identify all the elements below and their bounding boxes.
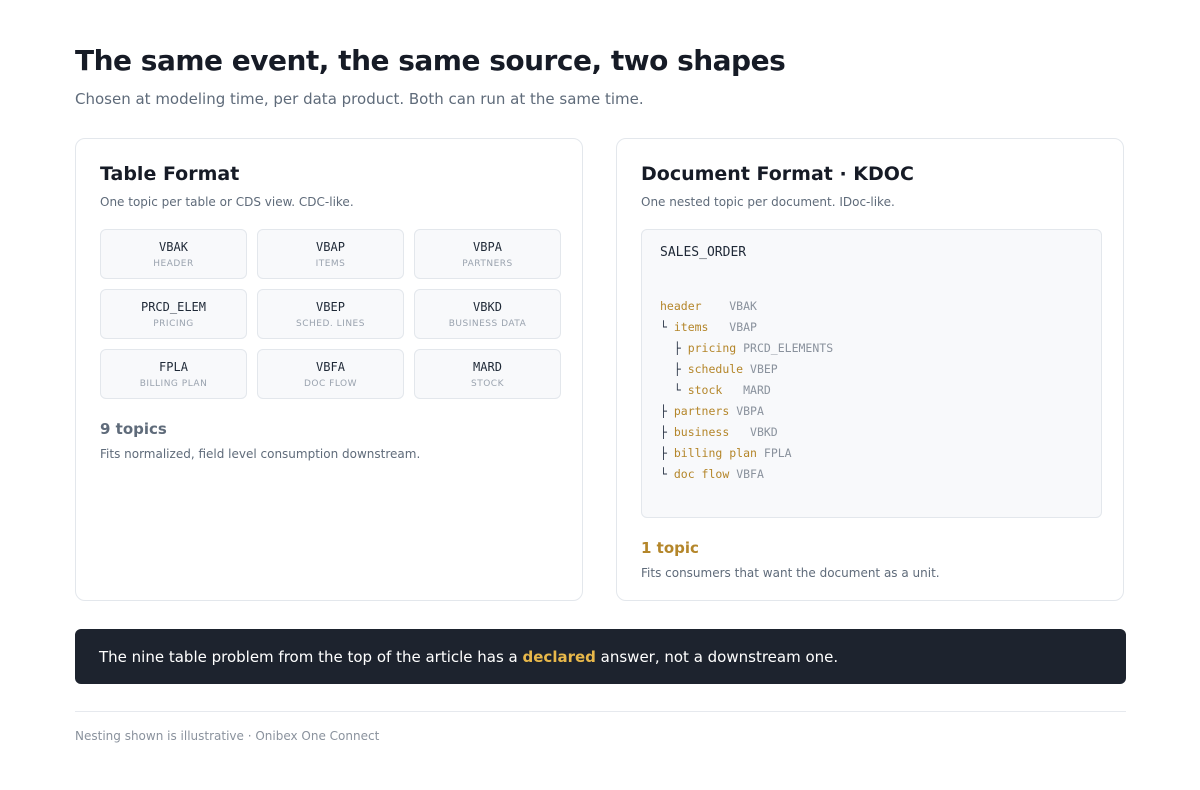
tree-table-name: FPLA xyxy=(763,446,792,460)
tree-table-name: VBFA xyxy=(736,467,764,481)
tree-table-name: VBKD xyxy=(750,425,778,439)
document-format-title: Document Format · KDOC xyxy=(641,163,914,185)
tree-row-business: ├ business VBKD xyxy=(660,422,833,443)
topic-tile-vbap: VBAP ITEMS xyxy=(257,229,404,279)
topic-label: DOC FLOW xyxy=(303,378,357,389)
document-format-note: Fits consumers that want the document as… xyxy=(641,566,940,580)
topic-code: FPLA xyxy=(159,359,188,374)
tree-connector: ├ xyxy=(660,341,688,355)
tree-connector: ├ xyxy=(660,425,674,439)
summary-banner: The nine table problem from the top of t… xyxy=(75,629,1126,684)
topic-tile-vbpa: VBPA PARTNERS xyxy=(414,229,561,279)
topic-code: VBPA xyxy=(473,239,502,254)
document-tree: header VBAK └ items VBAP ├ pricing PRCD_… xyxy=(660,296,833,485)
tree-row-stock: └ stock MARD xyxy=(660,380,833,401)
tree-segment-name: schedule xyxy=(687,362,744,376)
table-format-description: One topic per table or CDS view. CDC-lik… xyxy=(100,195,354,209)
topic-tile-vbep: VBEP SCHED. LINES xyxy=(257,289,404,339)
topic-label: PARTNERS xyxy=(462,258,513,269)
footer-divider xyxy=(75,711,1126,712)
tree-connector: └ xyxy=(660,320,674,334)
document-structure-box: SALES_ORDER header VBAK └ items VBAP ├ p… xyxy=(641,229,1102,518)
tree-row-header: header VBAK xyxy=(660,296,833,317)
topic-tile-mard: MARD STOCK xyxy=(414,349,561,399)
topic-code: VBAK xyxy=(159,239,188,254)
topic-label: BILLING PLAN xyxy=(139,378,208,389)
footer-note: Nesting shown is illustrative · Onibex O… xyxy=(75,729,380,743)
tree-table-name: VBEP xyxy=(750,362,778,376)
tree-segment-name: business xyxy=(673,425,730,439)
topic-label: STOCK xyxy=(471,378,504,389)
table-format-note: Fits normalized, field level consumption… xyxy=(100,447,421,461)
tree-table-name: VBPA xyxy=(736,404,764,418)
topic-code: MARD xyxy=(473,359,502,374)
tree-segment-name: items xyxy=(673,320,709,334)
topic-label: HEADER xyxy=(153,258,194,269)
topic-label: PRICING xyxy=(153,318,194,329)
tree-row-items: └ items VBAP xyxy=(660,317,833,338)
tree-connector: └ xyxy=(660,467,674,481)
tree-connector: ├ xyxy=(660,446,674,460)
topic-tile-vbfa: VBFA DOC FLOW xyxy=(257,349,404,399)
document-format-description: One nested topic per document. IDoc-like… xyxy=(641,195,895,209)
tree-connector: ├ xyxy=(660,404,674,418)
tree-segment-name: header xyxy=(660,299,702,313)
topic-code: PRCD_ELEM xyxy=(140,299,207,314)
document-format-panel: Document Format · KDOC One nested topic … xyxy=(616,138,1124,601)
tree-segment-name: doc flow xyxy=(673,467,730,481)
tree-connector: ├ xyxy=(660,362,688,376)
tree-segment-name: billing plan xyxy=(673,446,757,460)
tree-row-partners: ├ partners VBPA xyxy=(660,401,833,422)
page-subtitle: Chosen at modeling time, per data produc… xyxy=(75,90,644,108)
banner-emphasis: declared xyxy=(522,647,596,666)
tree-row-schedule: ├ schedule VBEP xyxy=(660,359,833,380)
tree-row-doc-flow: └ doc flow VBFA xyxy=(660,464,833,485)
document-topic-count: 1 topic xyxy=(641,539,699,557)
tree-row-pricing: ├ pricing PRCD_ELEMENTS xyxy=(660,338,833,359)
banner-text-before: The nine table problem from the top of t… xyxy=(99,647,523,666)
tree-segment-name: partners xyxy=(673,404,730,418)
topic-code: VBEP xyxy=(316,299,345,314)
tree-table-name: VBAP xyxy=(729,320,757,334)
topic-code: VBFA xyxy=(316,359,345,374)
tree-segment-name: stock xyxy=(687,383,723,397)
banner-text-after: answer, not a downstream one. xyxy=(595,647,839,666)
table-topic-count: 9 topics xyxy=(100,420,167,438)
topic-label: BUSINESS DATA xyxy=(448,318,527,329)
topic-tile-prcd-elem: PRCD_ELEM PRICING xyxy=(100,289,247,339)
document-root-name: SALES_ORDER xyxy=(660,245,747,260)
table-format-panel: Table Format One topic per table or CDS … xyxy=(75,138,583,601)
tree-segment-name: pricing xyxy=(687,341,737,355)
tree-connector: └ xyxy=(660,383,688,397)
topic-tile-fpla: FPLA BILLING PLAN xyxy=(100,349,247,399)
topic-label: ITEMS xyxy=(315,258,346,269)
topic-code: VBKD xyxy=(473,299,502,314)
page-title: The same event, the same source, two sha… xyxy=(75,44,786,77)
topic-label: SCHED. LINES xyxy=(296,318,365,329)
tree-table-name: VBAK xyxy=(729,299,757,313)
table-format-title: Table Format xyxy=(100,163,240,185)
tree-row-billing-plan: ├ billing plan FPLA xyxy=(660,443,833,464)
table-topic-grid: VBAK HEADER VBAP ITEMS VBPA PARTNERS PRC… xyxy=(100,229,561,399)
topic-tile-vbak: VBAK HEADER xyxy=(100,229,247,279)
topic-tile-vbkd: VBKD BUSINESS DATA xyxy=(414,289,561,339)
topic-code: VBAP xyxy=(316,239,345,254)
tree-table-name: MARD xyxy=(743,383,771,397)
tree-table-name: PRCD_ELEMENTS xyxy=(743,341,834,355)
